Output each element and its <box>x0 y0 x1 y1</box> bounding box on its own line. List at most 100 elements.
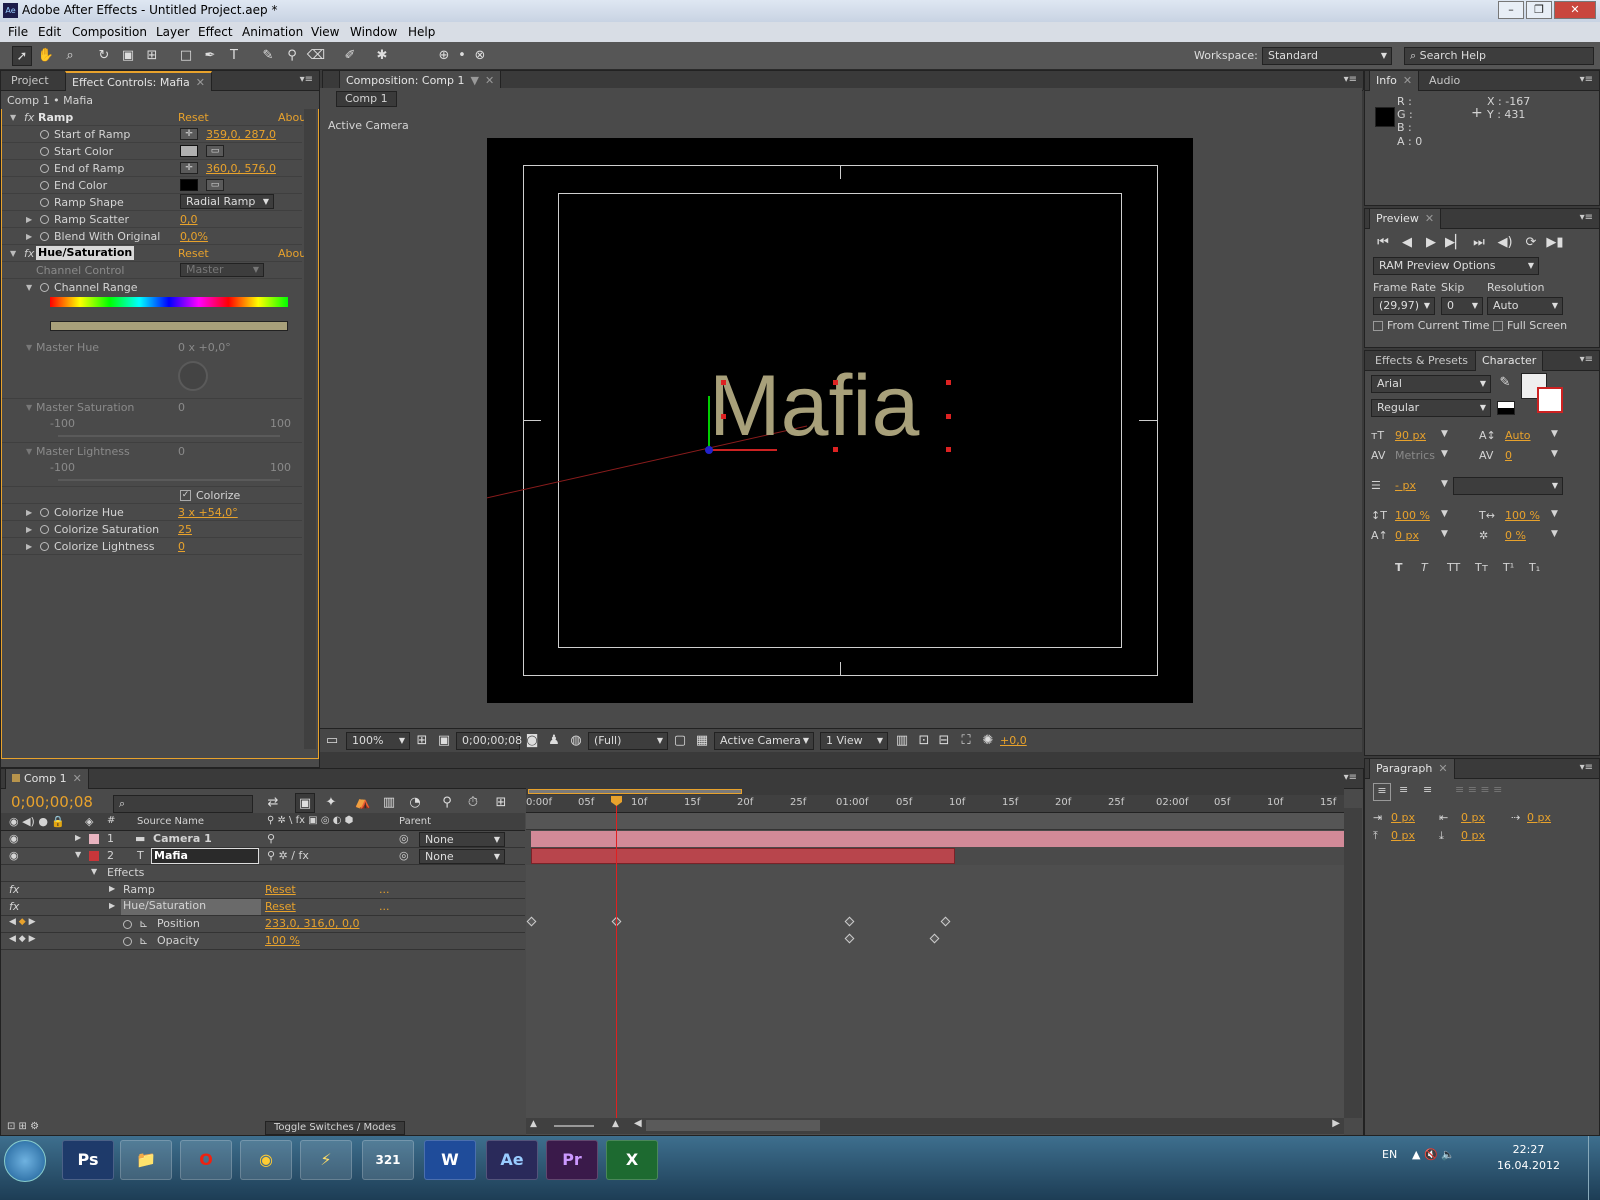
frame-blending-icon[interactable]: ▥ <box>379 793 399 813</box>
chevron-down-icon[interactable]: ▼ <box>471 74 479 87</box>
colorize-lightness-value[interactable]: 0 <box>178 538 185 555</box>
parent-header[interactable]: Parent <box>399 816 431 827</box>
fx-icon[interactable]: fx <box>24 245 34 262</box>
close-icon[interactable]: ✕ <box>73 772 82 785</box>
panel-menu-icon[interactable]: ▾≡ <box>1580 762 1593 773</box>
tab-effects-presets[interactable]: Effects & Presets <box>1369 351 1474 371</box>
hand-tool-icon[interactable]: ✋ <box>36 46 56 66</box>
tray-icons[interactable]: ▲ 🔇 🔈 <box>1412 1148 1455 1161</box>
tab-effect-controls[interactable]: Effect Controls: Mafia ✕ <box>65 71 212 91</box>
eyedropper-icon[interactable]: ▭ <box>206 145 224 157</box>
position-value[interactable]: 233,0, 316,0, 0,0 <box>265 917 359 930</box>
font-family-dropdown[interactable]: Arial ▼ <box>1371 375 1491 393</box>
exposure-icon[interactable]: ✺ <box>978 731 998 751</box>
region-of-interest-icon[interactable]: ▣ <box>434 731 454 751</box>
end-of-ramp-value[interactable]: 360,0, 576,0 <box>206 160 276 177</box>
eye-icon[interactable]: ◉ <box>9 832 19 845</box>
label-color-swatch[interactable] <box>89 834 99 844</box>
menu-edit[interactable]: Edit <box>38 25 61 39</box>
prop-start-of-ramp[interactable]: Start of Ramp ✛ 359,0, 287,0 <box>2 126 302 143</box>
faux-italic-button[interactable]: T <box>1421 561 1428 574</box>
language-indicator[interactable]: EN <box>1382 1148 1397 1161</box>
search-help-field[interactable]: ⌕ Search Help <box>1404 47 1594 65</box>
effects-group-row[interactable]: ▼ Effects <box>1 865 525 882</box>
fx-icon[interactable]: fx <box>9 900 19 913</box>
camera-view-dropdown[interactable]: Active Camera ▼ <box>714 732 814 750</box>
previous-frame-icon[interactable]: ◀ <box>1397 233 1417 253</box>
effect-options-link[interactable]: ... <box>379 900 390 913</box>
transform-handle[interactable] <box>721 380 726 385</box>
channel-range-hue-bar[interactable] <box>50 297 288 307</box>
prop-end-of-ramp[interactable]: End of Ramp ✛ 360,0, 576,0 <box>2 160 302 177</box>
stopwatch-icon[interactable] <box>40 232 49 241</box>
menu-animation[interactable]: Animation <box>242 25 303 39</box>
menu-help[interactable]: Help <box>408 25 435 39</box>
kerning-value[interactable]: Metrics <box>1395 449 1435 462</box>
word-taskbar-icon[interactable]: W <box>424 1140 476 1180</box>
mafia-layer-bar[interactable] <box>531 848 955 864</box>
chevron-down-icon[interactable]: ▼ <box>1551 529 1558 539</box>
close-button[interactable]: ✕ <box>1554 1 1596 19</box>
eyedropper-icon[interactable]: ▭ <box>206 179 224 191</box>
colorize-saturation-value[interactable]: 25 <box>178 521 192 538</box>
puppet-tool-icon[interactable]: ✱ <box>372 46 392 66</box>
blend-value[interactable]: 0,0% <box>180 228 208 245</box>
expand-triangle-icon[interactable]: ▼ <box>26 279 32 296</box>
after-effects-taskbar-icon[interactable]: Ae <box>486 1140 538 1180</box>
close-icon[interactable]: ✕ <box>1403 74 1412 87</box>
chevron-down-icon[interactable]: ▼ <box>1441 429 1448 439</box>
toggle-pixel-aspect-icon[interactable]: ▥ <box>892 731 912 751</box>
chrome-taskbar-icon[interactable]: ◉ <box>240 1140 292 1180</box>
eyedropper-icon[interactable]: ✎ <box>1495 373 1515 393</box>
clone-stamp-tool-icon[interactable]: ⚲ <box>282 46 302 66</box>
baseline-shift-value[interactable]: 0 px <box>1395 529 1419 542</box>
prop-start-color[interactable]: Start Color ▭ <box>2 143 302 160</box>
stopwatch-icon[interactable] <box>40 542 49 551</box>
frame-rate-dropdown[interactable]: (29,97) ▼ <box>1373 297 1435 315</box>
rectangle-tool-icon[interactable]: □ <box>176 46 196 66</box>
tsume-value[interactable]: 0 % <box>1505 529 1526 542</box>
premiere-taskbar-icon[interactable]: Pr <box>546 1140 598 1180</box>
prop-colorize-hue[interactable]: ▶ Colorize Hue 3 x +54,0° <box>2 504 302 521</box>
start-color-swatch[interactable] <box>180 145 198 157</box>
shy-layers-icon[interactable]: ⛺ <box>353 793 373 813</box>
prop-channel-range[interactable]: ▼ Channel Range <box>2 279 302 296</box>
shy-switch-icon[interactable]: ⚲ <box>267 832 275 845</box>
axis-mode-icon[interactable]: ⊕ <box>434 46 454 66</box>
align-center-icon[interactable]: ≡ <box>1399 783 1408 796</box>
tab-comp-1[interactable]: Comp 1 ✕ <box>5 769 89 789</box>
stopwatch-icon[interactable] <box>40 164 49 173</box>
transform-handle[interactable] <box>946 414 951 419</box>
camera-layer-bar[interactable] <box>531 831 1344 847</box>
align-right-icon[interactable]: ≡ <box>1423 783 1432 796</box>
next-frame-icon[interactable]: ▶▏ <box>1445 233 1465 253</box>
exposure-value[interactable]: +0,0 <box>1000 734 1027 747</box>
chevron-down-icon[interactable]: ▼ <box>1551 509 1558 519</box>
stroke-style-dropdown[interactable]: ▼ <box>1453 477 1563 495</box>
horizontal-scroll-thumb[interactable] <box>646 1120 820 1131</box>
fast-preview-icon[interactable]: ⊡ <box>914 731 934 751</box>
expand-triangle-icon[interactable]: ▼ <box>10 109 16 126</box>
colorize-hue-value[interactable]: 3 x +54,0° <box>178 504 238 521</box>
chevron-down-icon[interactable]: ▼ <box>1551 429 1558 439</box>
prop-ramp-shape[interactable]: Ramp Shape Radial Ramp ▼ <box>2 194 302 211</box>
rotation-tool-icon[interactable]: ↻ <box>94 46 114 66</box>
chevron-down-icon[interactable]: ▼ <box>1441 449 1448 459</box>
panel-menu-icon[interactable]: ▾≡ <box>1580 74 1593 85</box>
tab-character[interactable]: Character <box>1475 351 1544 371</box>
shy-switch-icon[interactable]: ⚲ ✲ / fx <box>267 849 309 862</box>
start-button-icon[interactable] <box>4 1140 46 1182</box>
expand-triangle-icon[interactable]: ▼ <box>75 850 81 859</box>
effect-reset-link[interactable]: Reset <box>265 883 296 896</box>
expand-triangle-icon[interactable]: ▶ <box>26 504 32 521</box>
chevron-down-icon[interactable]: ▼ <box>1441 509 1448 519</box>
timeline-footer-icons[interactable]: ⊡ ⊞ ⚙ <box>7 1121 39 1132</box>
media-player-taskbar-icon[interactable]: 321 <box>362 1140 414 1180</box>
menu-effect[interactable]: Effect <box>198 25 233 39</box>
live-update-icon[interactable]: ▣ <box>295 793 315 813</box>
menu-composition[interactable]: Composition <box>72 25 147 39</box>
effect-options-link[interactable]: ... <box>379 883 390 896</box>
excel-taskbar-icon[interactable]: X <box>606 1140 658 1180</box>
scroll-left-icon[interactable]: ◀ <box>634 1118 642 1129</box>
small-caps-button[interactable]: Tт <box>1475 561 1488 574</box>
